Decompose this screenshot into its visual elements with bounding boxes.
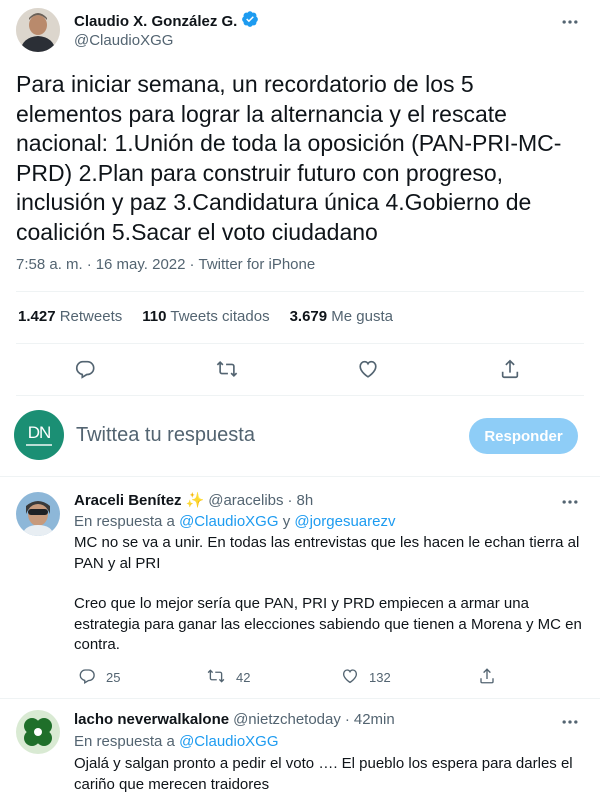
divider	[16, 343, 584, 344]
divider	[16, 291, 584, 292]
likes-label: Me gusta	[331, 308, 393, 325]
reply-author-avatar[interactable]	[16, 710, 60, 754]
reply-icon[interactable]	[68, 352, 102, 386]
reply-text-paragraph: Creo que lo mejor sería que PAN, PRI y P…	[74, 595, 582, 654]
reply-submit-button[interactable]: Responder	[469, 418, 578, 454]
reply-author-handle[interactable]: @nietzchetoday	[233, 711, 341, 728]
sparkles-emoji: ✨	[185, 492, 205, 509]
mention-link[interactable]: @ClaudioXGG	[179, 513, 278, 530]
share-action[interactable]	[478, 667, 496, 688]
reply-time[interactable]: 8h	[297, 492, 314, 509]
like-action[interactable]: 132	[341, 667, 391, 688]
reply-text-paragraph: MC no se va a unir. En todas las entrevi…	[74, 534, 580, 572]
author-name-text[interactable]: Claudio X. González G.	[74, 13, 237, 30]
reply-input[interactable]: Twittea tu respuesta	[76, 424, 255, 447]
replying-to-label: En respuesta a	[74, 513, 175, 530]
reply-author-avatar[interactable]	[16, 492, 60, 536]
retweet-count: 42	[236, 670, 251, 685]
retweets-count: 1.427	[18, 308, 56, 325]
meta-separator: ·	[287, 491, 293, 509]
more-icon[interactable]	[556, 8, 584, 36]
mention-link[interactable]: @ClaudioXGG	[179, 733, 278, 750]
retweet-icon[interactable]	[210, 352, 244, 386]
likes-stat[interactable]: 3.679 Me gusta	[290, 308, 393, 325]
tweet-time[interactable]: 7:58 a. m.	[16, 256, 83, 273]
quotes-stat[interactable]: 110 Tweets citados	[142, 308, 269, 325]
reply-author-name[interactable]: lacho neverwalkalone	[74, 711, 229, 728]
reply-author-name[interactable]: Araceli Benítez	[74, 492, 182, 509]
reply-header: lacho neverwalkalone @nietzchetoday · 42…	[74, 711, 395, 728]
meta-separator: ·	[344, 711, 350, 728]
author-handle[interactable]: @ClaudioXGG	[74, 32, 173, 49]
divider	[0, 698, 600, 699]
reply-count: 25	[106, 670, 121, 685]
meta-separator: ·	[86, 256, 92, 273]
mention-link[interactable]: @jorgesuarezv	[294, 513, 395, 530]
author-name[interactable]: Claudio X. González G.	[74, 10, 259, 32]
like-icon[interactable]	[351, 352, 385, 386]
likes-count: 3.679	[289, 308, 328, 325]
retweets-label: Retweets	[59, 308, 123, 325]
reply-time[interactable]: 42min	[354, 711, 395, 728]
reply-action[interactable]: 25	[78, 667, 120, 688]
avatar-initials: DN	[27, 423, 52, 442]
author-avatar[interactable]	[16, 8, 60, 52]
replying-to-join: y	[282, 513, 291, 530]
tweet-source[interactable]: Twitter for iPhone	[198, 256, 315, 273]
reply-author-handle[interactable]: @aracelibs	[208, 492, 283, 509]
current-user-avatar[interactable]: DN	[14, 410, 64, 460]
retweet-action[interactable]: 42	[206, 667, 250, 688]
more-icon[interactable]	[556, 488, 584, 516]
tweet-meta: 7:58 a. m. · 16 may. 2022 · Twitter for …	[16, 256, 315, 273]
retweet-icon[interactable]	[206, 667, 226, 688]
quotes-count: 110	[142, 308, 167, 325]
retweets-stat[interactable]: 1.427 Retweets	[18, 308, 122, 325]
like-count: 132	[369, 670, 391, 685]
tweet-stats: 1.427 Retweets 110 Tweets citados 3.679 …	[18, 308, 393, 325]
reply-header: Araceli Benítez ✨ @aracelibs · 8h	[74, 491, 314, 510]
share-icon[interactable]	[478, 667, 496, 688]
replying-to: En respuesta a @ClaudioXGG y @jorgesuare…	[74, 513, 395, 530]
reply-icon[interactable]	[78, 667, 96, 688]
meta-separator: ·	[189, 256, 195, 273]
more-icon[interactable]	[556, 708, 584, 736]
share-icon[interactable]	[493, 352, 527, 386]
divider	[16, 395, 584, 396]
replying-to: En respuesta a @ClaudioXGG	[74, 733, 279, 750]
divider	[0, 476, 600, 477]
verified-badge-icon	[241, 10, 259, 32]
tweet-text: Para iniciar semana, un recordatorio de …	[16, 71, 562, 245]
tweet-date[interactable]: 16 may. 2022	[96, 256, 186, 273]
reply-text-paragraph: Ojalá y salgan pronto a pedir el voto ….…	[74, 755, 573, 793]
avatar-logo-mark	[26, 444, 52, 446]
like-icon[interactable]	[341, 667, 359, 688]
quotes-label: Tweets citados	[170, 308, 270, 325]
replying-to-label: En respuesta a	[74, 733, 175, 750]
